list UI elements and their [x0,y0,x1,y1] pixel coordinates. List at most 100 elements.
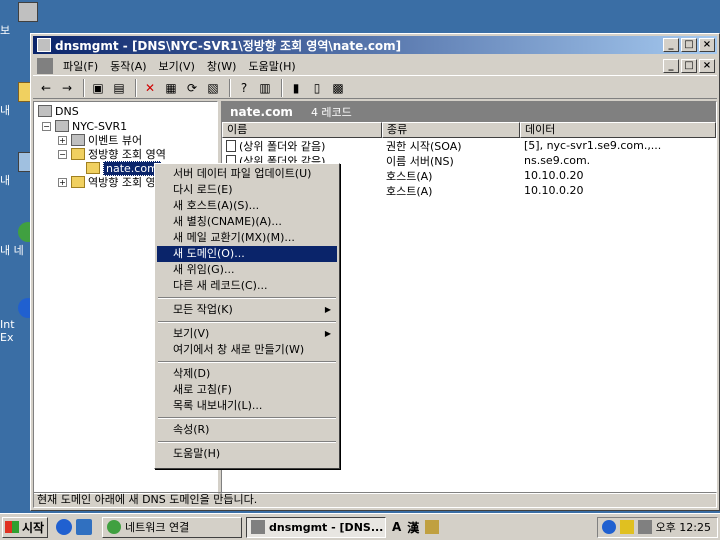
tree-node-server[interactable]: − NYC-SVR1 [42,119,127,133]
task-label: dnsmgmt - [DNS... [269,520,384,534]
child-minimize-button[interactable]: _ [663,58,679,73]
toolbar-separator [281,78,283,97]
menu-new-delegation[interactable]: 새 위임(G)... [157,262,337,278]
console-icon[interactable]: ▥ [256,79,274,97]
minimize-button[interactable]: _ [663,38,679,52]
toolbar: ← → ▣ ▤ ✕ ▦ ⟳ ▧ ? ▥ ▮ ▯ ▩ [33,77,717,99]
task-dnsmgmt[interactable]: dnsmgmt - [DNS... [246,516,386,538]
menu-file[interactable]: 파일(F) [57,58,104,74]
ime-bar[interactable]: A 漢 [392,519,445,536]
console-menu-icon[interactable] [37,57,53,74]
child-close-button[interactable]: × [699,58,715,73]
network-tray-icon[interactable] [637,520,652,534]
tree-node-reverse-zone[interactable]: + 역방향 조회 영 [58,175,156,189]
menu-other-new-records[interactable]: 다른 새 레코드(C)... [157,278,337,294]
show-hide-tree-icon[interactable]: ▤ [110,79,128,97]
desktop-quicklaunch-icon[interactable] [76,519,92,535]
security-shield-icon[interactable] [619,520,634,534]
task-network-connections[interactable]: 네트워크 연결 [102,516,242,538]
help-tray-icon[interactable] [601,520,616,534]
menu-view[interactable]: 보기(V) ▶ [157,326,337,342]
desktop-icon-computer[interactable]: 내 [0,152,38,188]
start-label: 시작 [22,520,45,535]
menu-help[interactable]: 도움말(H) [157,446,337,462]
menu-export-list[interactable]: 목록 내보내기(L)... [157,398,337,414]
help-icon[interactable]: ? [235,79,253,97]
server-icon[interactable]: ▩ [329,79,347,97]
menu-delete[interactable]: 삭제(D) [157,366,337,382]
properties-icon[interactable]: ▦ [162,79,180,97]
menu-separator [158,417,336,419]
expand-icon[interactable]: + [58,135,67,145]
column-header-data[interactable]: 데이터 [520,122,716,138]
mmc-app-icon[interactable] [37,38,51,52]
desktop-icon-label: 내 [0,104,11,117]
toolbar-separator [135,78,137,97]
context-menu: 서버 데이터 파일 업데이트(U) 다시 로드(E) 새 호스트(A)(S)..… [154,163,340,469]
menu-action[interactable]: 동작(A) [104,58,152,74]
menu-new-mail-exchanger[interactable]: 새 메일 교환기(MX)(M)... [157,230,337,246]
tree-node-event-viewer[interactable]: + 이벤트 뷰어 [58,133,142,147]
desktop-icon-ie[interactable]: Int Ex [0,298,38,344]
tree-node-nate-com[interactable]: nate.com [86,160,161,176]
window-title: dnsmgmt - [DNS\NYC-SVR1\정방향 조회 영역\nate.c… [55,38,402,53]
tree-node-label: DNS [55,104,79,118]
menu-update-server-data-file[interactable]: 서버 데이터 파일 업데이트(U) [157,166,337,182]
clock: 오후 12:25 [655,521,711,534]
menu-help[interactable]: 도움말(H) [242,58,301,74]
menu-new-alias[interactable]: 새 별칭(CNAME)(A)... [157,214,337,230]
ie-quicklaunch-icon[interactable] [56,519,72,535]
menu-all-tasks[interactable]: 모든 작업(K) ▶ [157,302,337,318]
column-header-name[interactable]: 이름 [222,122,382,138]
ime-hanja-toggle[interactable]: 漢 [407,519,419,536]
menu-reload[interactable]: 다시 로드(E) [157,182,337,198]
menubar: 파일(F) 동작(A) 보기(V) 창(W) 도움말(H) _ □ × [33,56,717,76]
menu-refresh[interactable]: 새로 고침(F) [157,382,337,398]
child-maximize-button[interactable]: □ [681,58,697,73]
menu-properties[interactable]: 속성(R) [157,422,337,438]
ime-mode-toggle[interactable]: A [392,520,401,534]
desktop-icon-network[interactable]: 내 네 [0,222,38,258]
back-icon[interactable]: ← [37,79,55,97]
column-headers: 이름 종류 데이터 [222,122,716,138]
network-icon [107,520,121,534]
export-icon[interactable]: ▧ [204,79,222,97]
menu-label: 보기(V) [173,327,210,340]
toolbar-separator [83,78,85,97]
system-tray: 오후 12:25 [596,516,718,538]
record-type: 이름 서버(NS) [386,154,454,168]
table-row[interactable]: (상위 폴더와 같음) 권한 시작(SOA) [5], nyc-svr1.se9… [222,138,716,153]
menu-new-host[interactable]: 새 호스트(A)(S)... [157,198,337,214]
mmc-icon [251,520,265,534]
menu-new-domain[interactable]: 새 도메인(O)... [157,246,337,262]
record-icon[interactable]: ▯ [308,79,326,97]
column-header-type[interactable]: 종류 [382,122,520,138]
window-titlebar[interactable]: dnsmgmt - [DNS\NYC-SVR1\정방향 조회 영역\nate.c… [33,36,717,54]
collapse-icon[interactable]: − [42,121,51,131]
menu-separator [158,441,336,443]
desktop-icon-documents[interactable]: 내 [0,82,38,118]
start-button[interactable]: 시작 [2,516,48,538]
refresh-icon[interactable]: ⟳ [183,79,201,97]
record-data: ns.se9.com. [524,154,591,167]
delete-icon[interactable]: ✕ [141,79,159,97]
ime-settings-icon[interactable] [425,520,440,534]
desktop-icon-user[interactable]: 보 [0,2,38,38]
tree-node-dns[interactable]: DNS [38,104,79,118]
zone-name: nate.com [230,105,293,119]
menu-view[interactable]: 보기(V) [153,58,201,74]
maximize-button[interactable]: □ [681,38,697,52]
forward-icon[interactable]: → [58,79,76,97]
expand-icon[interactable]: + [58,177,67,187]
menu-new-window-from-here[interactable]: 여기에서 창 새로 만들기(W) [157,342,337,358]
server-icon [55,120,69,132]
up-folder-icon[interactable]: ▣ [89,79,107,97]
collapse-icon[interactable]: − [58,149,67,159]
tree-node-forward-zone[interactable]: − 정방향 조회 영역 [58,147,166,161]
close-button[interactable]: × [699,38,715,52]
menu-separator [158,297,336,299]
desktop-icon-label: 내 [0,174,11,187]
menu-window[interactable]: 창(W) [201,58,243,74]
record-data: [5], nyc-svr1.se9.com.,... [524,139,662,152]
list-icon[interactable]: ▮ [287,79,305,97]
